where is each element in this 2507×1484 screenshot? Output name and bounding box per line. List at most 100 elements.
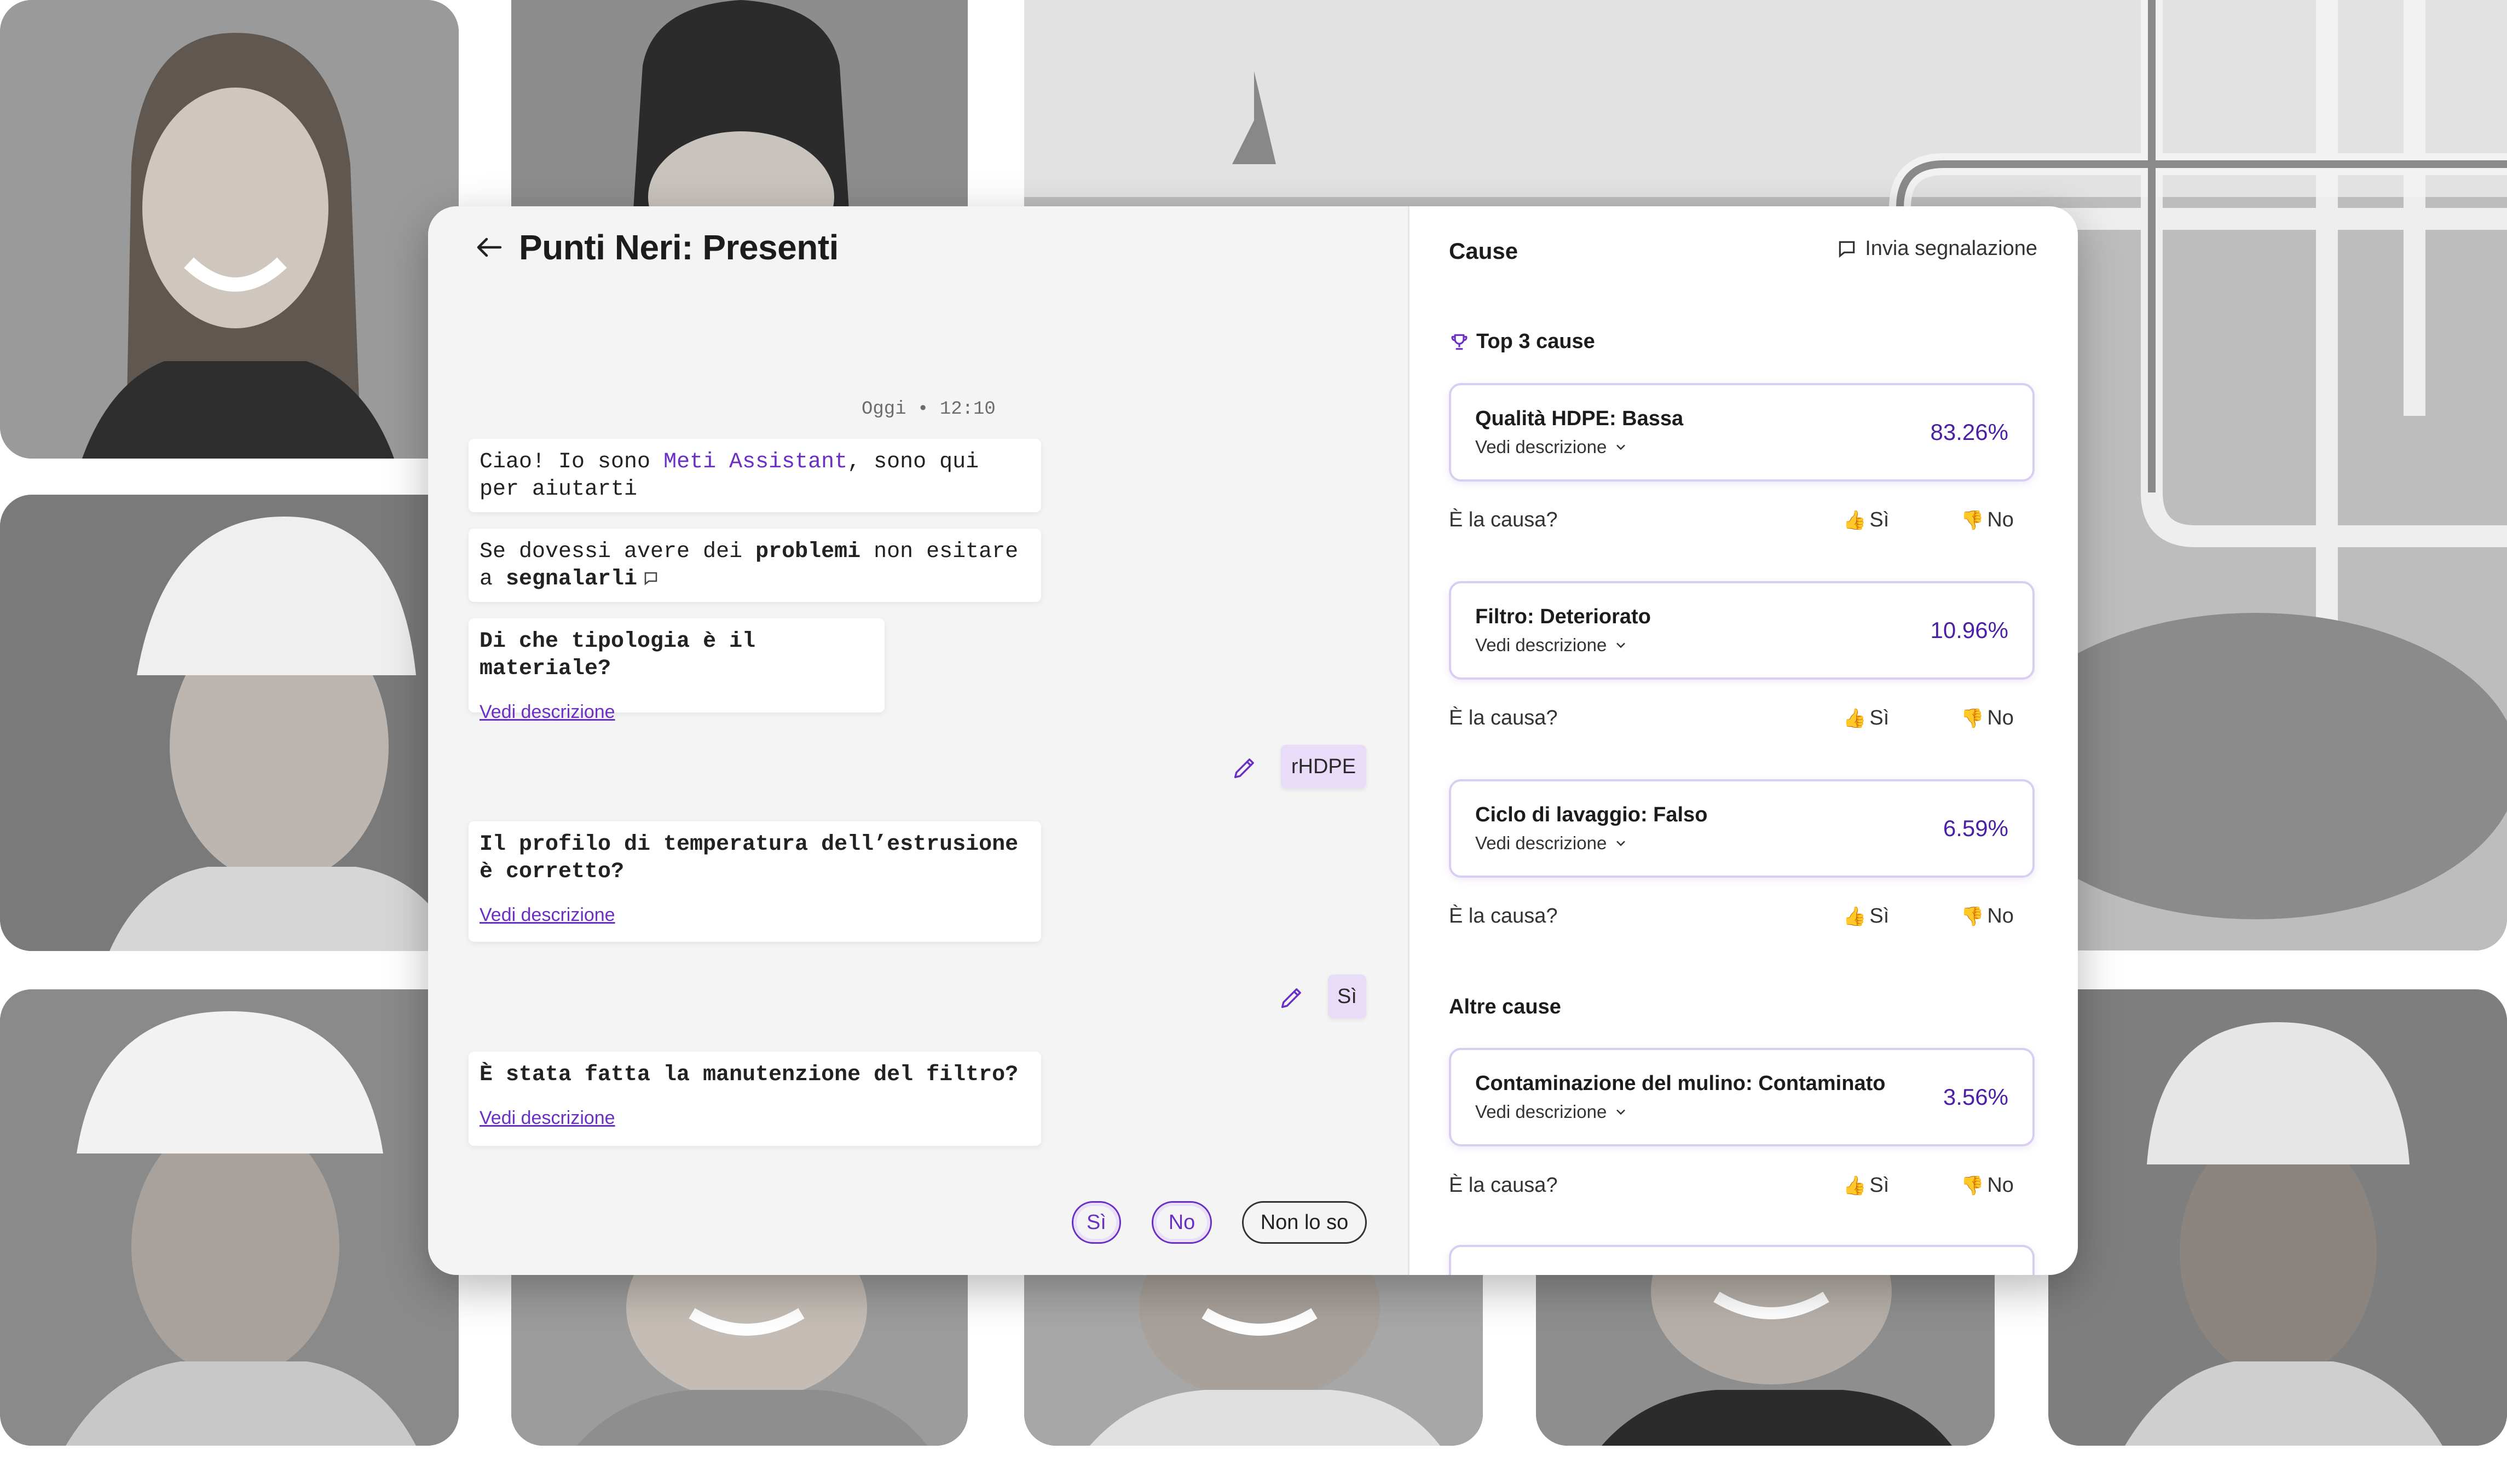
cause-card[interactable]: Qualità HDPE: Bassa Vedi descrizione 83.… (1449, 383, 2035, 482)
cause-card[interactable]: Contaminazione del mulino: Contaminato V… (1449, 1048, 2035, 1146)
cause-description-label: Vedi descrizione (1475, 437, 1607, 457)
photo-woman-hairnet (2048, 989, 2507, 1446)
thumbs-up-icon: 👍 (1843, 509, 1867, 531)
edit-pencil-icon[interactable] (1278, 983, 1306, 1012)
cause-probability: 3.56% (1943, 1084, 2008, 1110)
view-description-link[interactable]: Vedi descrizione (480, 698, 874, 726)
chevron-down-icon (1616, 642, 1626, 648)
thumbs-up-icon: 👍 (1843, 905, 1867, 928)
chevron-down-icon (1616, 444, 1626, 450)
top-causes-heading: Top 3 cause (1449, 330, 1595, 353)
answer-yes-button[interactable]: Sì (1072, 1201, 1121, 1244)
cause-description-toggle[interactable]: Vedi descrizione (1475, 437, 1628, 457)
view-description-link[interactable]: Vedi descrizione (480, 1104, 1030, 1132)
message-text: Ciao! Io sono (480, 450, 664, 474)
cause-probability: 6.59% (1943, 815, 2008, 841)
cause-feedback-question: È la causa? (1449, 508, 1558, 531)
cause-name: Contaminazione del mulino: Contaminato (1475, 1072, 1886, 1095)
photo-man-smiling-1 (511, 1275, 968, 1446)
assistant-message: Se dovessi avere dei problemi non esitar… (469, 529, 1041, 602)
photo-man-smiling-2 (1024, 1275, 1483, 1446)
assistant-name: Meti Assistant (663, 450, 848, 474)
cause-feedback-question: È la causa? (1449, 905, 1558, 928)
yes-label: Sì (1869, 706, 1890, 729)
cause-description-toggle[interactable]: Vedi descrizione (1475, 1102, 1628, 1122)
panel-title: Cause (1449, 238, 1518, 264)
arrow-left-icon[interactable] (473, 231, 506, 264)
app-window: Punti Neri: Presenti Oggi • 12:10 Ciao! … (428, 206, 2078, 1275)
cause-card[interactable]: Filtro: Deteriorato Vedi descrizione 10.… (1449, 581, 2035, 680)
cause-name: Qualità HDPE: Bassa (1475, 407, 1684, 430)
cause-no-button[interactable]: 👎 No (1961, 905, 2014, 928)
photo-woman-smiling-2 (1536, 1275, 1995, 1446)
cause-probability: 10.96% (1930, 617, 2008, 643)
user-reply[interactable]: Sì (1328, 975, 1366, 1018)
photo-welder (511, 0, 968, 235)
cause-yes-button[interactable]: 👍 Sì (1843, 706, 1889, 730)
photo-woman-smiling (0, 0, 459, 459)
yes-label: Sì (1869, 508, 1890, 531)
answer-dont-know-button[interactable]: Non lo so (1242, 1201, 1367, 1244)
page-title: Punti Neri: Presenti (519, 228, 839, 267)
cause-description-label: Vedi descrizione (1475, 635, 1607, 655)
cause-name: Filtro: Deteriorato (1475, 605, 1651, 628)
cause-feedback-row: È la causa? 👍 Sì 👎 No (1449, 706, 2035, 739)
no-label: No (1987, 706, 2014, 729)
thumbs-down-icon: 👎 (1961, 509, 1984, 531)
chevron-down-icon (1616, 1109, 1626, 1115)
chat-bubble-icon (1839, 241, 1855, 258)
cause-description-toggle[interactable]: Vedi descrizione (1475, 635, 1628, 656)
cause-yes-button[interactable]: 👍 Sì (1843, 905, 1889, 928)
assistant-message: Ciao! Io sono Meti Assistant, sono qui p… (469, 439, 1041, 512)
answer-no-button[interactable]: No (1152, 1201, 1212, 1244)
cause-feedback-row: È la causa? 👍 Sì 👎 No (1449, 1174, 2035, 1207)
question-bubble: È stata fatta la manutenzione del filtro… (469, 1052, 1041, 1146)
chat-header: Punti Neri: Presenti (473, 227, 839, 268)
message-bold: problemi (755, 540, 861, 564)
question-bubble: Il profilo di temperatura dell’estrusion… (469, 821, 1041, 942)
no-label: No (1987, 1174, 2014, 1197)
cause-description-toggle[interactable]: Vedi descrizione (1475, 833, 1628, 854)
cause-name: Ciclo di lavaggio: Falso (1475, 803, 1708, 826)
chat-panel: Punti Neri: Presenti Oggi • 12:10 Ciao! … (428, 206, 1408, 1275)
cause-card[interactable]: Ciclo di lavaggio: Falso Vedi descrizion… (1449, 779, 2035, 878)
send-report-button[interactable]: Invia segnalazione (1836, 237, 2037, 260)
edit-pencil-icon[interactable] (1231, 753, 1259, 782)
cause-feedback-row: È la causa? 👍 Sì 👎 No (1449, 508, 2035, 541)
yes-label: Sì (1869, 1174, 1890, 1197)
send-report-label: Invia segnalazione (1865, 237, 2037, 260)
cause-no-button[interactable]: 👎 No (1961, 508, 2014, 532)
question-text: Di che tipologia è il materiale? (480, 629, 756, 681)
question-text: Il profilo di temperatura dell’estrusion… (480, 832, 1019, 884)
user-reply[interactable]: rHDPE (1281, 745, 1366, 789)
trophy-icon (1451, 334, 1468, 350)
message-text: Se dovessi avere dei (480, 540, 756, 564)
message-bold: segnalarli (506, 567, 638, 592)
photo-woman-hardhat (0, 989, 459, 1446)
question-bubble: Di che tipologia è il materiale? Vedi de… (469, 618, 885, 722)
question-text: È stata fatta la manutenzione del filtro… (480, 1063, 1019, 1087)
cause-feedback-row: È la causa? 👍 Sì 👎 No (1449, 905, 2035, 937)
chat-timestamp: Oggi • 12:10 (862, 399, 996, 420)
cause-yes-button[interactable]: 👍 Sì (1843, 508, 1889, 532)
view-description-link[interactable]: Vedi descrizione (480, 901, 1030, 929)
thumbs-up-icon: 👍 (1843, 1174, 1867, 1197)
top-causes-label: Top 3 cause (1476, 330, 1595, 353)
cause-description-label: Vedi descrizione (1475, 833, 1607, 853)
cause-probability: 83.26% (1930, 419, 2008, 445)
thumbs-down-icon: 👎 (1961, 1174, 1984, 1197)
chevron-down-icon (1616, 840, 1626, 847)
cause-feedback-question: È la causa? (1449, 706, 1558, 729)
causes-panel: Cause Invia segnalazione Top 3 cause Qua… (1408, 206, 2078, 1275)
cause-no-button[interactable]: 👎 No (1961, 1174, 2014, 1197)
no-label: No (1987, 905, 2014, 928)
no-label: No (1987, 508, 2014, 531)
thumbs-up-icon: 👍 (1843, 707, 1867, 729)
photo-hardhat-man (0, 495, 459, 951)
cause-card-partial[interactable] (1449, 1245, 2035, 1275)
cause-yes-button[interactable]: 👍 Sì (1843, 1174, 1889, 1197)
yes-label: Sì (1869, 905, 1890, 928)
cause-feedback-question: È la causa? (1449, 1174, 1558, 1197)
cause-no-button[interactable]: 👎 No (1961, 706, 2014, 730)
thumbs-down-icon: 👎 (1961, 905, 1984, 928)
